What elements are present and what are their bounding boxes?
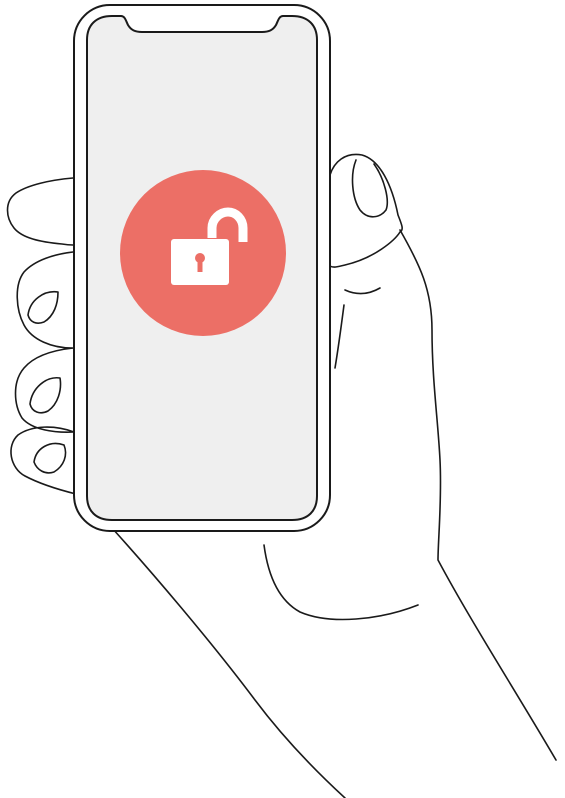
- palm-back-outline: [399, 229, 557, 761]
- middle-fingernail: [27, 290, 59, 324]
- illustration-canvas: [0, 0, 565, 798]
- thumb-crease: [344, 287, 381, 295]
- index-finger-outline: [6, 177, 74, 246]
- middle-finger-outline: [16, 251, 74, 349]
- wrist-outline: [111, 527, 346, 798]
- little-finger-outline: [10, 426, 77, 495]
- thumb-outline: [329, 153, 403, 268]
- keyhole-slot: [197, 259, 203, 272]
- thumbnail-outline: [351, 159, 389, 218]
- palm-crease: [334, 304, 345, 369]
- illustration-svg: [6, 4, 557, 798]
- palm-lifeline: [263, 544, 419, 621]
- ring-fingernail: [29, 377, 62, 414]
- little-fingernail: [33, 442, 67, 474]
- ring-finger-outline: [14, 347, 75, 433]
